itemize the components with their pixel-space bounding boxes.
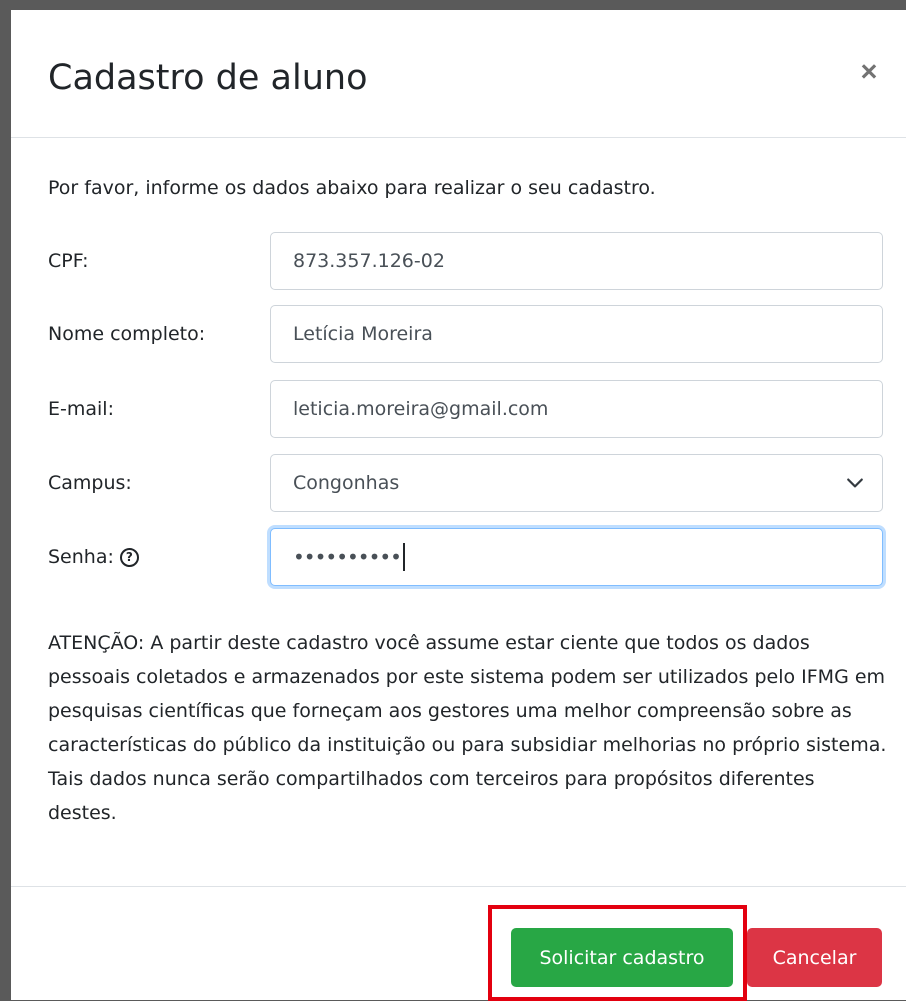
senha-row: Senha: ? ••••••••••: [48, 528, 884, 586]
senha-label: Senha:: [48, 546, 114, 568]
nome-label: Nome completo:: [48, 323, 206, 345]
privacy-notice: ATENÇÃO: A partir deste cadastro você as…: [48, 632, 887, 824]
submit-button[interactable]: Solicitar cadastro: [511, 928, 733, 987]
registration-modal: Cadastro de aluno × Por favor, informe o…: [11, 10, 906, 1001]
email-row: E-mail:: [48, 380, 884, 438]
close-icon: ×: [860, 56, 878, 88]
cpf-input[interactable]: [270, 232, 883, 290]
cpf-label: CPF:: [48, 250, 89, 272]
cancel-button[interactable]: Cancelar: [747, 928, 882, 987]
modal-title: Cadastro de aluno: [48, 58, 368, 98]
modal-footer: Solicitar cadastro Cancelar: [11, 886, 906, 1001]
senha-input[interactable]: ••••••••••: [270, 528, 883, 586]
help-circle-icon[interactable]: ?: [119, 547, 139, 567]
campus-row: Campus: Congonhas: [48, 454, 884, 512]
modal-header: Cadastro de aluno ×: [11, 10, 906, 138]
senha-masked-value: ••••••••••: [293, 545, 402, 569]
email-input[interactable]: [270, 380, 883, 438]
text-caret: [402, 543, 405, 571]
campus-label: Campus:: [48, 472, 132, 494]
intro-text: Por favor, informe os dados abaixo para …: [48, 177, 656, 199]
cpf-row: CPF:: [48, 232, 884, 290]
close-button[interactable]: ×: [852, 55, 886, 89]
nome-row: Nome completo:: [48, 305, 884, 363]
nome-input[interactable]: [270, 305, 883, 363]
chevron-down-icon: [847, 478, 863, 488]
email-label: E-mail:: [48, 398, 114, 420]
senha-label-group: Senha: ?: [48, 528, 139, 586]
campus-selected-value: Congonhas: [293, 472, 400, 494]
campus-select[interactable]: Congonhas: [270, 454, 883, 512]
